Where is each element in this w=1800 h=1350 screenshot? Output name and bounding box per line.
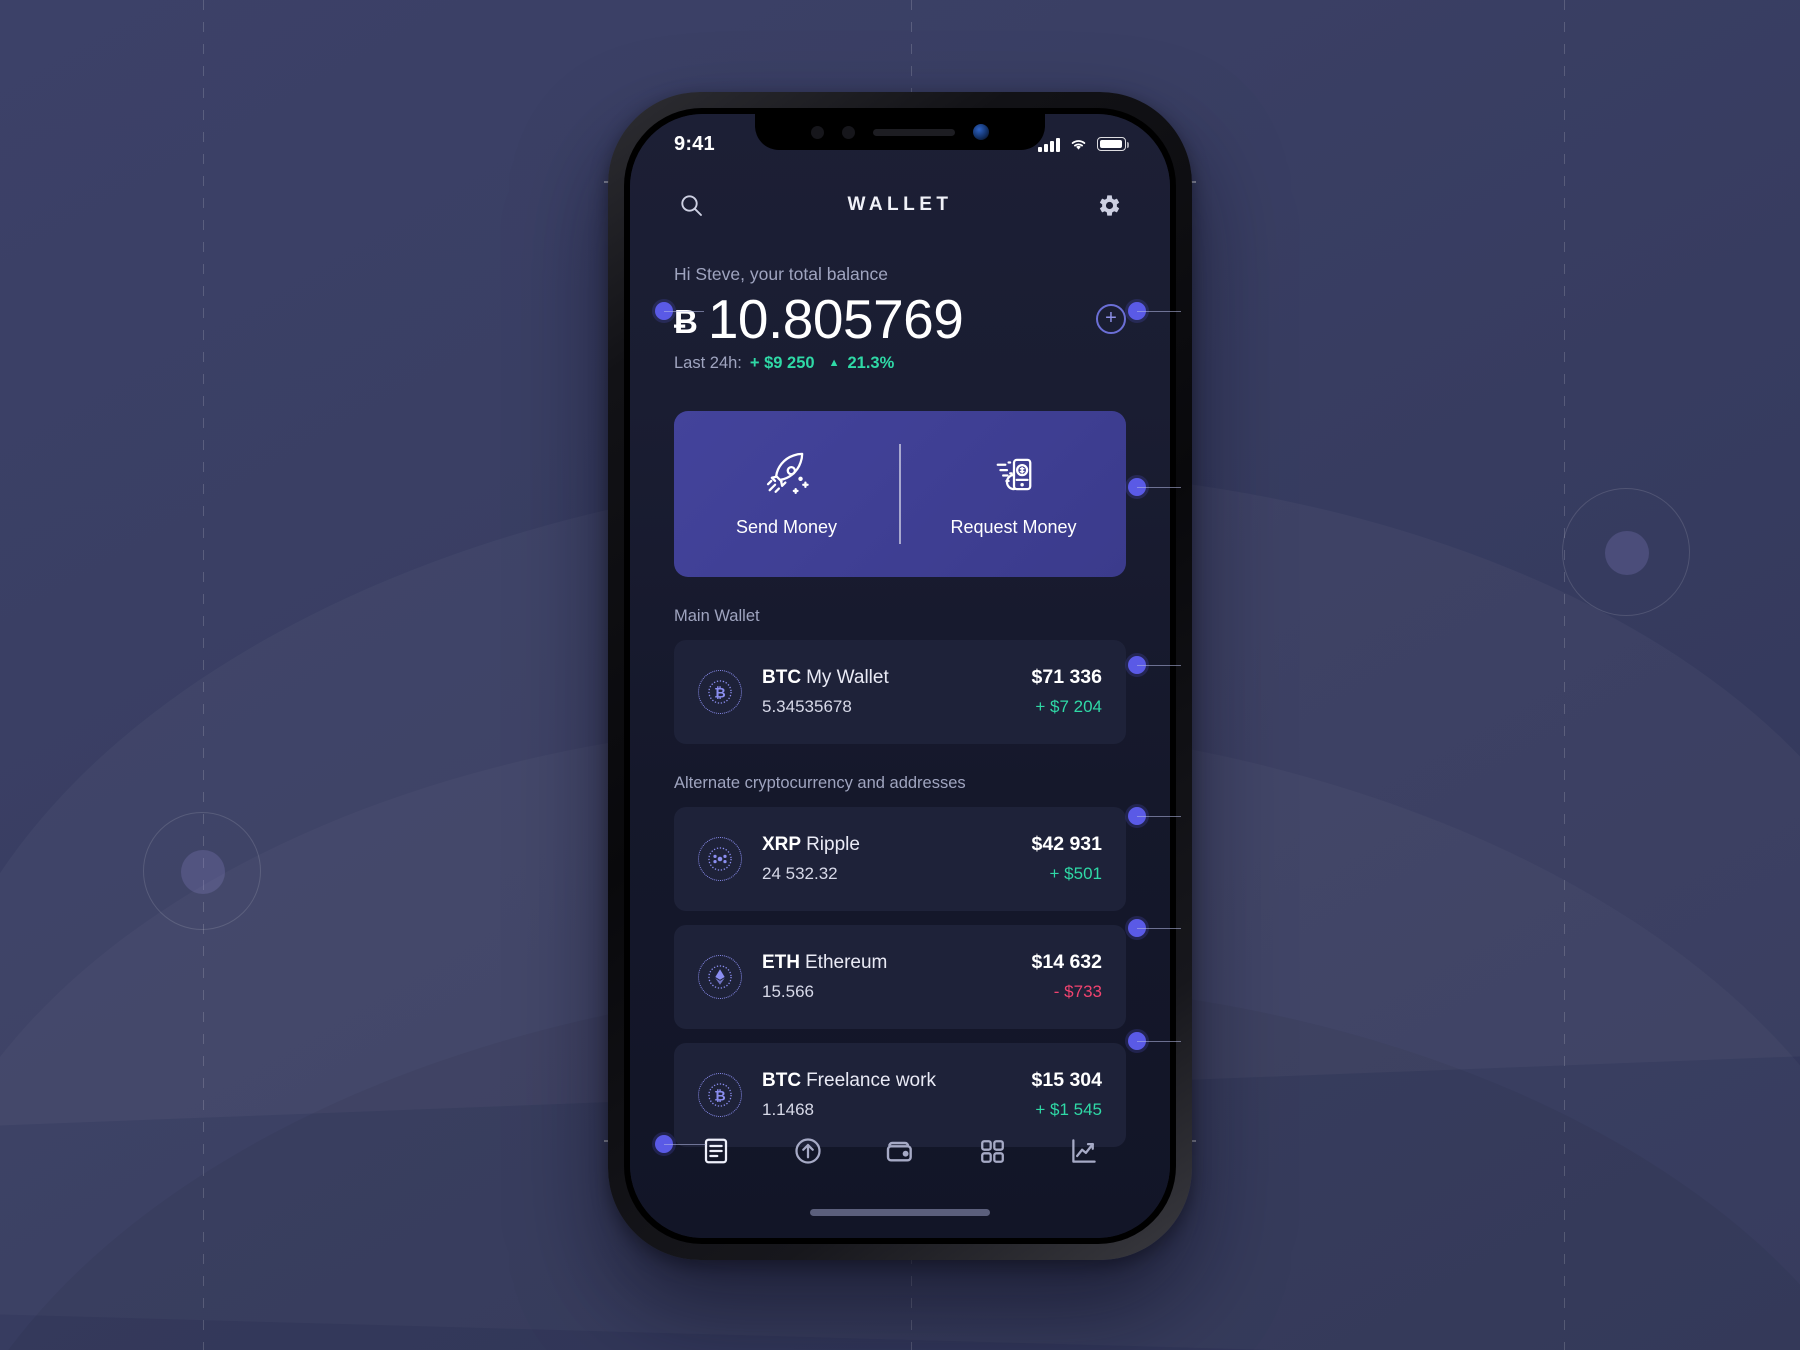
phone-device-frame: 9:41 WALLET Hi Steve, your total balance…	[608, 92, 1192, 1260]
table-row[interactable]: ETH Ethereum 15.566 $14 632 - $733	[674, 924, 1126, 1029]
wallet-quantity: 5.34535678	[762, 696, 852, 716]
wallet-symbol: XRP	[762, 833, 802, 855]
wallet-name: My Wallet	[806, 666, 889, 688]
wallet-title: XRP Ripple	[762, 834, 860, 855]
wallet-icon	[886, 1141, 912, 1162]
wallet-delta: + $501	[1049, 864, 1102, 883]
decorative-ring	[143, 812, 261, 930]
section-title-alternate: Alternate cryptocurrency and addresses	[674, 773, 966, 792]
request-money-label: Request Money	[950, 517, 1077, 537]
wallet-symbol: BTC	[762, 666, 802, 688]
request-money-icon	[996, 458, 1031, 491]
last-24h-amount: + $9 250	[749, 353, 815, 372]
wallet-delta: - $733	[1053, 982, 1102, 1001]
status-bar: 9:41	[630, 128, 1170, 160]
cellular-signal-icon	[1038, 137, 1060, 152]
bitcoin-coin-icon: ₿	[698, 1072, 742, 1117]
wallet-quantity: 15.566	[762, 981, 814, 1001]
gear-icon[interactable]	[1092, 188, 1126, 222]
send-money-label: Send Money	[735, 517, 838, 537]
wallet-title: BTC Freelance work	[762, 1070, 936, 1091]
wallet-quantity: 24 532.32	[762, 863, 838, 883]
triangle-up-icon: ▲	[828, 357, 840, 369]
wallet-symbol: BTC	[762, 1069, 802, 1091]
section-title-main-wallet: Main Wallet	[674, 606, 760, 625]
wallet-value: $71 336	[1031, 666, 1103, 688]
wallet-name: Freelance work	[806, 1069, 936, 1091]
tab-apps[interactable]	[969, 1128, 1015, 1174]
total-balance: Ƀ 10.805769 +	[630, 285, 1170, 350]
wallet-title: BTC My Wallet	[762, 667, 889, 688]
wifi-icon	[1071, 140, 1086, 150]
canvas: 9:41 WALLET Hi Steve, your total balance…	[0, 0, 1800, 1350]
rocket-icon	[766, 452, 809, 495]
status-time: 9:41	[674, 132, 715, 155]
battery-full-icon	[1097, 137, 1130, 151]
svg-text:₿: ₿	[714, 1087, 725, 1103]
greeting-text: Hi Steve, your total balance	[674, 264, 889, 284]
tab-wallet[interactable]	[877, 1128, 923, 1174]
ethereum-coin-icon	[698, 954, 742, 999]
arrow-up-circle-icon	[795, 1138, 821, 1164]
quick-actions-card: Send Money Request Money	[674, 410, 1126, 577]
bitcoin-coin-icon: ₿	[698, 669, 742, 714]
wallet-name: Ethereum	[805, 951, 888, 973]
bottom-tab-bar	[630, 1116, 1170, 1186]
search-icon[interactable]	[674, 188, 708, 222]
request-money-button[interactable]: Request Money	[901, 449, 1126, 538]
bitcoin-symbol-icon: Ƀ	[674, 303, 698, 341]
table-row[interactable]: XRP Ripple 24 532.32 $42 931 + $501	[674, 806, 1126, 911]
wallet-delta: + $7 204	[1035, 697, 1102, 716]
ripple-coin-icon	[698, 836, 742, 881]
wallet-symbol: ETH	[762, 951, 800, 973]
last-24h-label: Last 24h:	[674, 353, 742, 372]
svg-text:₿: ₿	[714, 684, 725, 700]
page-title: WALLET	[847, 194, 953, 215]
wallet-title: ETH Ethereum	[762, 952, 887, 973]
last-24h-summary: Last 24h: + $9 250 ▲ 21.3%	[630, 350, 1170, 373]
tab-transactions[interactable]	[693, 1128, 739, 1174]
last-24h-percent: 21.3%	[847, 353, 895, 372]
tab-send[interactable]	[785, 1128, 831, 1174]
send-money-button[interactable]: Send Money	[674, 449, 899, 538]
grid-icon	[980, 1139, 1004, 1163]
wallet-value: $42 931	[1031, 833, 1103, 855]
wallet-value: $14 632	[1031, 951, 1103, 973]
app-bar: WALLET	[630, 176, 1170, 234]
wallet-name: Ripple	[806, 833, 860, 855]
guide-line	[1564, 0, 1565, 1350]
wallet-app: WALLET Hi Steve, your total balance Ƀ 10…	[630, 114, 1170, 1238]
tab-analytics[interactable]	[1061, 1128, 1107, 1174]
table-row[interactable]: ₿ BTC My Wallet 5.34535678 $71 336 + $7 2…	[674, 639, 1126, 744]
decorative-ring	[1562, 488, 1690, 616]
list-icon	[704, 1138, 728, 1164]
home-indicator[interactable]	[810, 1209, 990, 1216]
chart-line-icon	[1072, 1139, 1096, 1163]
phone-screen: 9:41 WALLET Hi Steve, your total balance…	[630, 114, 1170, 1238]
add-wallet-button[interactable]: +	[1096, 304, 1126, 335]
wallet-value: $15 304	[1031, 1069, 1103, 1091]
guide-line	[203, 0, 204, 1350]
balance-amount: 10.805769	[707, 288, 964, 350]
